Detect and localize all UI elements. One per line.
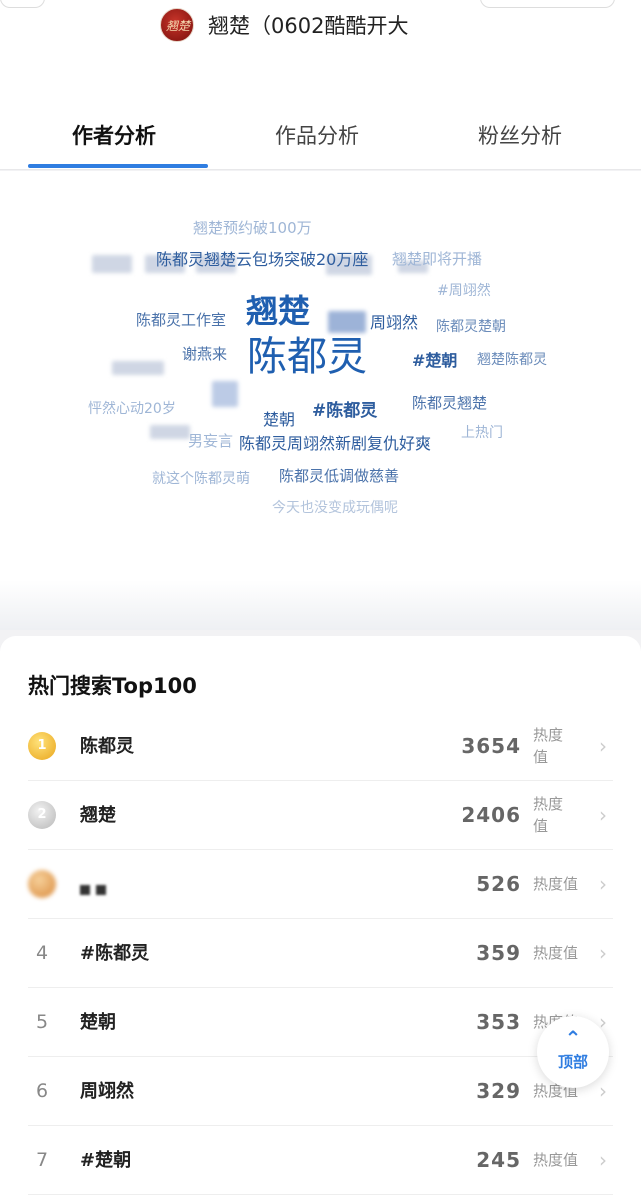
heat-unit: 热度值 (533, 944, 579, 962)
blurred-word (212, 381, 238, 407)
header-fragment (0, 0, 45, 8)
gold-medal-icon: 1 (28, 732, 56, 760)
account-name: 翘楚（0602酷酷开大 (208, 14, 409, 38)
analysis-tabs: 作者分析 作品分析 粉丝分析 (0, 50, 641, 170)
chevron-right-icon[interactable]: › (599, 781, 607, 850)
chevron-right-icon[interactable]: › (599, 1126, 607, 1195)
hot-search-row[interactable]: 1 陈都灵 3654 热度值 › (28, 712, 613, 781)
tab-author-analysis[interactable]: 作者分析 (72, 120, 156, 150)
cloud-word: 陈都灵低调做慈善 (279, 467, 400, 485)
active-tab-indicator (28, 164, 208, 168)
chevron-right-icon[interactable]: › (599, 712, 607, 781)
blurred-word (92, 255, 132, 273)
cloud-word: 男妄言 (188, 432, 234, 450)
chevron-right-icon[interactable]: › (599, 919, 607, 988)
cloud-word: 翘楚预约破100万 (193, 219, 312, 237)
hot-search-row[interactable]: 6 周翊然 329 热度值 › (28, 1057, 613, 1126)
blurred-keyword (80, 880, 114, 895)
cloud-word: 翘楚陈都灵 (477, 352, 547, 368)
arrow-up-icon: ⌃ (564, 1026, 582, 1050)
rank-number: 5 (35, 1011, 49, 1033)
hot-search-row[interactable]: 526 热度值 › (28, 850, 613, 919)
heat-value: 3654 (461, 734, 521, 758)
keyword-cloud: 翘楚预约破100万 陈都灵翘楚云包场突破20万座 翘楚即将开播 #周翊然 陈都灵… (0, 171, 641, 611)
blurred-word (150, 425, 190, 439)
heat-unit: 热度值 (533, 875, 579, 893)
hot-keyword: 周翊然 (80, 1081, 134, 1102)
cloud-word: 周翊然 (370, 313, 419, 332)
hot-search-row[interactable]: 5 楚朝 353 热度值 › (28, 988, 613, 1057)
cloud-word: 楚朝 (263, 410, 296, 429)
cloud-word: 陈都灵周翊然新剧复仇好爽 (239, 434, 432, 453)
hot-search-row[interactable]: 7 #楚朝 245 热度值 › (28, 1126, 613, 1195)
cloud-word: #楚朝 (412, 351, 458, 370)
hot-search-card: 热门搜索Top100 1 陈都灵 3654 热度值 › 2 翘楚 2406 热度… (0, 636, 641, 1203)
heat-value: 359 (476, 941, 521, 965)
hot-search-row[interactable]: 2 翘楚 2406 热度值 › (28, 781, 613, 850)
header-fragment (480, 0, 615, 8)
heat-value: 329 (476, 1079, 521, 1103)
back-to-top-button[interactable]: ⌃ 顶部 (537, 1016, 609, 1088)
cloud-word: #陈都灵 (312, 401, 378, 421)
hot-search-title: 热门搜索Top100 (28, 674, 197, 698)
cloud-word: #周翊然 (437, 283, 491, 299)
cloud-word: 上热门 (461, 425, 503, 441)
hot-keyword: 翘楚 (80, 805, 116, 826)
cloud-word: 陈都灵楚朝 (436, 319, 506, 335)
hot-keyword: #楚朝 (80, 1150, 132, 1171)
account-header: 翘楚 翘楚（0602酷酷开大 (0, 0, 641, 50)
cloud-word: 翘楚即将开播 (392, 250, 483, 268)
cloud-word: 陈都灵 (247, 334, 367, 380)
heat-value: 245 (476, 1148, 521, 1172)
avatar[interactable]: 翘楚 (160, 8, 194, 42)
blurred-word (328, 311, 366, 333)
cloud-word: 陈都灵工作室 (136, 311, 227, 329)
cloud-word: 谢燕来 (182, 345, 228, 363)
hot-keyword: 陈都灵 (80, 736, 134, 757)
blurred-word (112, 361, 164, 375)
chevron-right-icon[interactable]: › (599, 850, 607, 919)
tab-fans-analysis[interactable]: 粉丝分析 (478, 120, 562, 150)
heat-value: 2406 (461, 803, 521, 827)
rank-number: 6 (35, 1080, 49, 1102)
cloud-word: 就这个陈都灵萌 (152, 471, 250, 487)
hot-keyword: #陈都灵 (80, 943, 150, 964)
cloud-word: 今天也没变成玩偶呢 (272, 500, 398, 516)
heat-value: 353 (476, 1010, 521, 1034)
heat-unit: 热度值 (533, 1151, 579, 1169)
avatar-logo-text: 翘楚 (166, 19, 191, 33)
hot-keyword: 楚朝 (80, 1012, 116, 1033)
silver-medal-icon: 2 (28, 801, 56, 829)
bronze-medal-icon (28, 870, 56, 898)
hot-search-row[interactable]: 4 #陈都灵 359 热度值 › (28, 919, 613, 988)
tab-works-analysis[interactable]: 作品分析 (275, 120, 359, 150)
cloud-word: 怦然心动20岁 (88, 401, 176, 417)
cloud-word: 陈都灵翘楚云包场突破20万座 (156, 250, 369, 269)
cloud-word: 翘楚 (246, 292, 311, 330)
back-to-top-label: 顶部 (557, 1053, 588, 1071)
cloud-word: 陈都灵翘楚 (412, 394, 488, 412)
rank-number: 4 (35, 942, 49, 964)
section-divider (0, 580, 641, 630)
rank-number: 7 (35, 1149, 49, 1171)
heat-value: 526 (476, 872, 521, 896)
